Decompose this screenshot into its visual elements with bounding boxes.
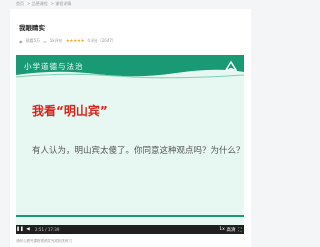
publisher-logo-icon [224,60,238,71]
lesson-card: 我眼睛实 ◉ 观看5万 ▭ 5k评价 ★★★★★ 4.8分（2647） 小学道德… [10,9,251,247]
volume-icon[interactable]: ◀ [24,227,32,232]
fullscreen-icon[interactable]: ⛶ [236,227,244,233]
video-controls: ❚❚ ◀ 2:51 / 17:39 1x 高清 ⛶ [16,225,244,234]
quality-button[interactable]: 高清 [226,227,236,233]
comment-count: 5k评价 [49,38,63,43]
eye-icon: ◉ [19,38,23,44]
slide-heading: 我看“明山宾” [32,104,108,118]
pause-icon[interactable]: ❚❚ [16,227,24,232]
breadcrumb: 首页 > 品德课程 > 课程详情 [16,1,72,6]
video-player[interactable]: 小学道德与法治 我看“明山宾” 有人认为，明山宾太傻了。你同意这种观点吗？为什么… [16,55,244,225]
video-brand: 小学道德与法治 [24,62,84,71]
footer-note: 请耐心看完课程视频并完成相关练习 [16,239,72,243]
page-title: 我眼睛实 [19,24,45,32]
breadcrumb-item[interactable]: 品德课程 [32,1,48,6]
view-count: 观看5万 [25,38,41,43]
breadcrumb-item[interactable]: 首页 [16,1,24,6]
slide-divider [16,215,244,217]
slide-question: 有人认为，明山宾太傻了。你同意这种观点吗？为什么？ [32,146,244,156]
comment-icon: ▭ [43,38,47,44]
breadcrumb-item: 课程详情 [55,1,72,6]
playback-time: 2:51 / 17:39 [35,227,60,232]
lesson-meta: ◉ 观看5万 ▭ 5k评价 ★★★★★ 4.8分（2647） [19,38,116,44]
rating-value: 4.8分（2647） [87,38,116,43]
playback-speed-button[interactable]: 1x [218,227,226,232]
rating-stars: ★★★★★ [65,38,85,44]
